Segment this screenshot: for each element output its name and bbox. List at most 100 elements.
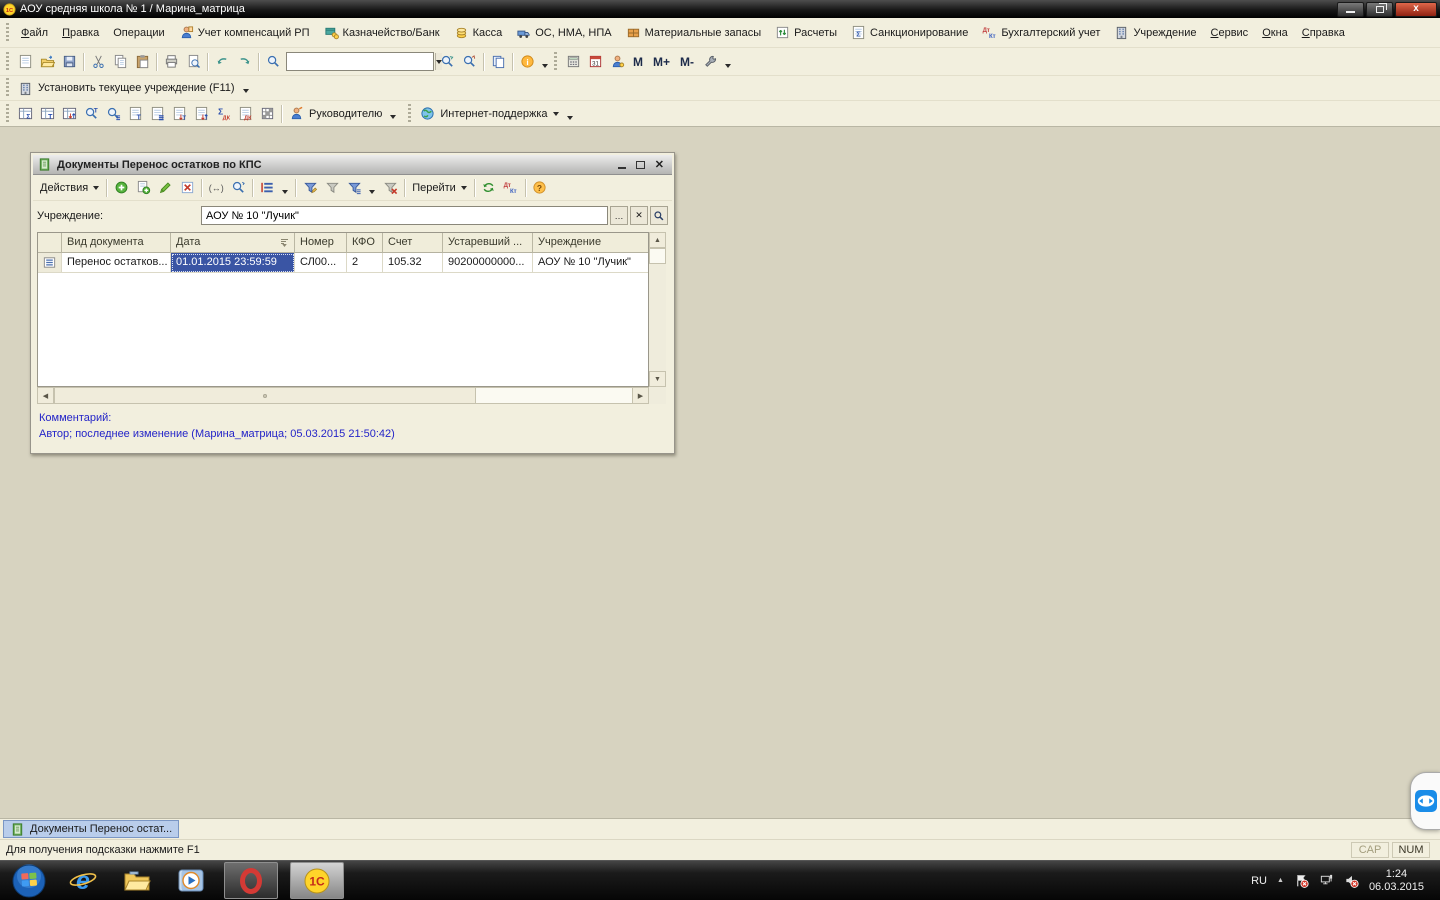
doc-list-icon[interactable] — [146, 104, 168, 124]
chevron-down-icon[interactable] — [542, 64, 548, 68]
language-indicator[interactable]: RU — [1251, 875, 1267, 887]
goto-button[interactable]: Перейти — [408, 180, 471, 196]
column-header-1[interactable]: Вид документа — [62, 233, 171, 253]
institution-input[interactable] — [201, 206, 608, 225]
horizontal-scroll-track[interactable] — [476, 387, 632, 404]
column-header-5[interactable]: Счет — [383, 233, 443, 253]
close-button[interactable]: x — [1395, 2, 1437, 17]
magnify-button[interactable] — [650, 206, 668, 225]
open-icon[interactable] — [36, 52, 58, 72]
find-in-list-icon[interactable] — [227, 178, 249, 198]
grid-icon[interactable] — [256, 104, 278, 124]
search-combobox[interactable] — [286, 52, 434, 71]
internet-support-button[interactable]: Интернет-поддержка — [416, 104, 562, 123]
summary-table-icon[interactable]: Σ — [14, 104, 36, 124]
column-header-6[interactable]: Устаревший ... — [443, 233, 533, 253]
set-institution-button[interactable]: Установить текущее учреждение (F11) — [14, 79, 239, 98]
explorer-button[interactable] — [116, 862, 158, 900]
menu-item-10[interactable]: ДтКтБухгалтерский учет — [975, 22, 1107, 43]
window-tab[interactable]: Документы Перенос остат... — [3, 820, 179, 838]
menu-item-0[interactable]: Файл — [14, 24, 55, 42]
clear-button[interactable]: ✕ — [630, 206, 648, 225]
find-t-icon[interactable]: Т — [80, 104, 102, 124]
chevron-down-icon[interactable] — [369, 190, 375, 194]
undo-icon[interactable] — [211, 52, 233, 72]
menu-item-6[interactable]: ОС, НМА, НПА — [509, 22, 618, 43]
vertical-scroll-thumb[interactable] — [649, 248, 666, 264]
memory-button-1[interactable]: M+ — [648, 55, 675, 69]
table-cell[interactable]: 105.32 — [383, 253, 443, 273]
filter-set-icon[interactable] — [299, 178, 321, 198]
volume-muted-icon[interactable] — [1344, 873, 1359, 888]
table-cell[interactable]: АОУ № 10 "Лучик" — [533, 253, 649, 273]
action-center-icon[interactable] — [1294, 873, 1309, 888]
toolbar-grip[interactable] — [6, 23, 9, 43]
minimize-button[interactable] — [1337, 2, 1364, 17]
toolbar-grip[interactable] — [6, 52, 9, 72]
doc-dk-icon[interactable]: ДК — [234, 104, 256, 124]
wrench-icon[interactable] — [699, 52, 721, 72]
new-doc-icon[interactable] — [14, 52, 36, 72]
opera-button[interactable] — [224, 862, 278, 899]
column-header-2[interactable]: Дата — [171, 233, 295, 253]
scroll-right-button[interactable]: ▶ — [632, 387, 649, 404]
find-list-icon[interactable] — [102, 104, 124, 124]
doc-arrows-icon[interactable] — [190, 104, 212, 124]
teamviewer-flyout[interactable] — [1410, 772, 1440, 830]
memory-button-0[interactable]: M — [628, 55, 648, 69]
column-header-4[interactable]: КФО — [347, 233, 383, 253]
scroll-down-button[interactable]: ▼ — [649, 371, 666, 387]
menu-item-7[interactable]: Материальные запасы — [619, 22, 769, 43]
horizontal-scrollbar[interactable]: ◀ ▶ — [37, 387, 666, 404]
add-copy-icon[interactable] — [132, 178, 154, 198]
memory-button-2[interactable]: M- — [675, 55, 699, 69]
save-icon[interactable] — [58, 52, 80, 72]
menu-item-11[interactable]: Учреждение — [1107, 22, 1203, 43]
toolbar-grip[interactable] — [408, 104, 411, 124]
add-icon[interactable] — [110, 178, 132, 198]
menu-item-12[interactable]: Сервис — [1204, 24, 1256, 42]
network-icon[interactable] — [1319, 873, 1334, 888]
info-icon[interactable]: i — [516, 52, 538, 72]
user-key-icon[interactable] — [606, 52, 628, 72]
menu-item-2[interactable]: Операции — [106, 24, 171, 42]
window-close-icon[interactable]: ✕ — [655, 158, 664, 171]
vertical-scroll-track[interactable] — [649, 264, 666, 371]
chevron-down-icon[interactable] — [243, 89, 249, 93]
column-header-3[interactable]: Номер — [295, 233, 347, 253]
menu-item-9[interactable]: ΣСанкционирование — [844, 22, 975, 43]
find-prev-icon[interactable] — [458, 52, 480, 72]
search-icon[interactable] — [262, 52, 284, 72]
help-icon[interactable]: ? — [529, 178, 551, 198]
menu-item-13[interactable]: Окна — [1255, 24, 1295, 42]
list-settings-icon[interactable] — [256, 178, 278, 198]
filter-menu-icon[interactable] — [343, 178, 365, 198]
window-maximize-icon[interactable] — [636, 161, 645, 169]
table-cell[interactable]: 01.01.2015 23:59:59 — [171, 253, 295, 273]
cut-icon[interactable] — [87, 52, 109, 72]
restore-button[interactable] — [1366, 2, 1393, 17]
chevron-down-icon[interactable] — [282, 190, 288, 194]
menu-item-8[interactable]: Расчеты — [768, 22, 844, 43]
preview-icon[interactable] — [182, 52, 204, 72]
1c-enterprise-button[interactable]: 1С — [290, 862, 344, 899]
sigma-dk-icon[interactable]: ΣДК — [212, 104, 234, 124]
filter-icon[interactable] — [321, 178, 343, 198]
find-next-icon[interactable] — [436, 52, 458, 72]
media-player-button[interactable] — [170, 862, 212, 900]
internet-explorer-button[interactable]: e — [62, 862, 104, 900]
menu-item-4[interactable]: Казначейство/Банк — [317, 22, 447, 43]
horizontal-scroll-thumb[interactable] — [54, 387, 476, 404]
menu-item-1[interactable]: Правка — [55, 24, 106, 42]
document-window-titlebar[interactable]: Документы Перенос остатков по КПС ✕ — [33, 155, 672, 175]
print-icon[interactable] — [160, 52, 182, 72]
menu-item-14[interactable]: Справка — [1295, 24, 1352, 42]
toolbar-grip[interactable] — [6, 104, 9, 124]
calc-icon[interactable] — [562, 52, 584, 72]
doc-t-icon[interactable]: Т — [124, 104, 146, 124]
chevron-down-icon[interactable] — [725, 64, 731, 68]
chevron-down-icon[interactable] — [390, 115, 396, 119]
scroll-left-button[interactable]: ◀ — [37, 387, 54, 404]
edit-icon[interactable] — [154, 178, 176, 198]
copy-window-icon[interactable] — [487, 52, 509, 72]
